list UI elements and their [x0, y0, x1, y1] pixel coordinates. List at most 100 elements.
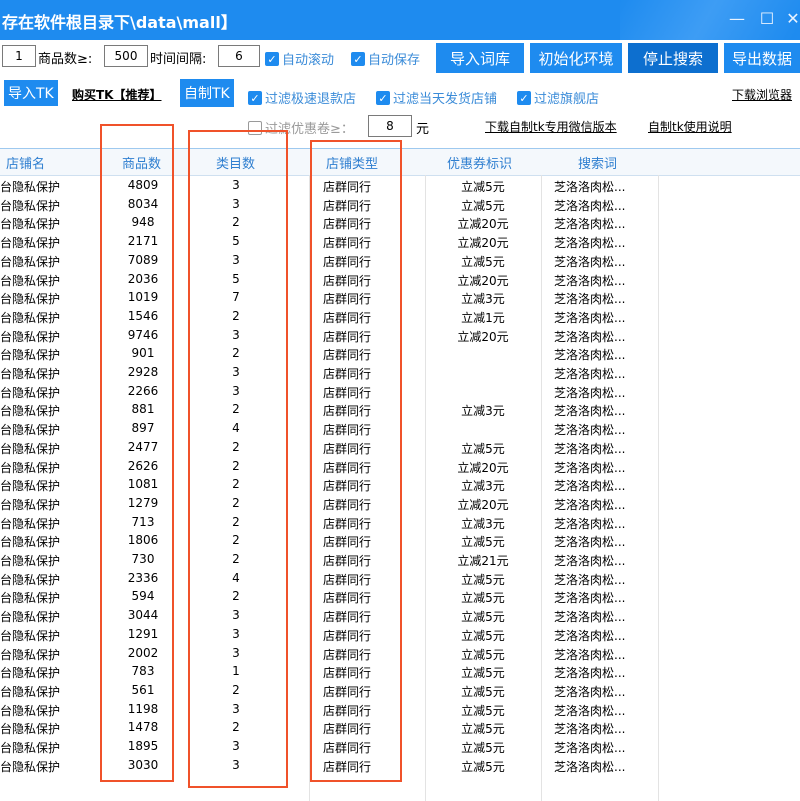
cell-shop-name: 台隐私保护 [0, 591, 61, 606]
cell-search-word: 芝洛洛肉松... [554, 722, 626, 737]
init-env-button[interactable]: 初始化环境 [530, 43, 622, 73]
cell-shop-name: 台隐私保护 [0, 572, 61, 587]
maximize-icon[interactable]: ☐ [757, 8, 777, 30]
cell-search-word: 芝洛洛肉松... [554, 741, 626, 755]
download-browser-link[interactable]: 下载浏览器 [732, 86, 792, 103]
cell-coupon: 立减5元 [461, 647, 505, 662]
import-words-button[interactable]: 导入词库 [436, 43, 524, 73]
cell-shop-name: 台隐私保护 [0, 703, 61, 718]
cell-coupon: 立减5元 [461, 441, 505, 456]
checkbox-checked-icon: ✓ [351, 51, 365, 66]
cell-coupon: 立减5元 [461, 684, 505, 699]
cell-search-word: 芝洛洛肉松... [554, 479, 626, 494]
cell-shop-name: 台隐私保护 [0, 497, 61, 512]
cell-search-word: 芝洛洛肉松... [554, 329, 626, 344]
download-wechat-link[interactable]: 下载自制tk专用微信版本 [485, 118, 617, 135]
cell-coupon: 立减20元 [457, 236, 509, 251]
cell-coupon: 立减5元 [461, 535, 505, 550]
instructions-link[interactable]: 自制tk使用说明 [648, 118, 732, 135]
column-header-shop-name[interactable]: 店铺名 [6, 153, 45, 172]
cell-shop-name: 台隐私保护 [0, 722, 61, 737]
cell-shop-name: 台隐私保护 [0, 516, 61, 531]
cell-coupon: 立减3元 [461, 292, 505, 307]
cell-shop-name: 台隐私保护 [0, 180, 61, 194]
cell-shop-name: 台隐私保护 [0, 741, 61, 755]
cell-shop-name: 台隐私保护 [0, 628, 61, 643]
filter-sameday-checkbox[interactable]: ✓ 过滤当天发货店铺 [376, 88, 497, 107]
filter-flagship-checkbox[interactable]: ✓ 过滤旗舰店 [517, 88, 599, 107]
cell-search-word: 芝洛洛肉松... [554, 254, 626, 269]
cell-shop-name: 台隐私保护 [0, 535, 61, 550]
checkbox-checked-icon: ✓ [265, 51, 279, 66]
auto-scroll-checkbox[interactable]: ✓ 自动滚动 [265, 49, 334, 68]
close-icon[interactable]: ✕ [783, 8, 800, 30]
window-title: 存在软件根目录下\data\mall】 [2, 13, 237, 32]
cell-coupon: 立减3元 [461, 479, 505, 494]
column-header-search-word[interactable]: 搜索词 [578, 153, 617, 172]
cell-shop-name: 台隐私保护 [0, 404, 61, 419]
auto-save-checkbox[interactable]: ✓ 自动保存 [351, 49, 420, 68]
cell-search-word: 芝洛洛肉松... [554, 404, 626, 419]
checkbox-checked-icon: ✓ [248, 90, 262, 105]
cell-search-word: 芝洛洛肉松... [554, 591, 626, 606]
stop-search-button[interactable]: 停止搜索 [628, 43, 718, 73]
checkbox-checked-icon: ✓ [376, 90, 390, 105]
cell-coupon: 立减1元 [461, 310, 505, 325]
export-data-button[interactable]: 导出数据 [724, 43, 800, 73]
cell-search-word: 芝洛洛肉松... [554, 684, 626, 699]
cell-search-word: 芝洛洛肉松... [554, 441, 626, 456]
filter-refund-checkbox[interactable]: ✓ 过滤极速退款店 [248, 88, 356, 107]
cell-shop-name: 台隐私保护 [0, 329, 61, 344]
cell-shop-name: 台隐私保护 [0, 479, 61, 494]
self-tk-button[interactable]: 自制TK [180, 79, 234, 107]
cell-shop-name: 台隐私保护 [0, 684, 61, 699]
first-number-input[interactable] [2, 45, 36, 67]
cell-coupon: 立减20元 [457, 217, 509, 232]
cell-search-word: 芝洛洛肉松... [554, 367, 626, 381]
cell-coupon: 立减5元 [461, 759, 505, 774]
cell-coupon: 立减21元 [457, 554, 509, 568]
column-header-coupon[interactable]: 优惠券标识 [447, 153, 512, 172]
cell-search-word: 芝洛洛肉松... [554, 217, 626, 232]
cell-shop-name: 台隐私保护 [0, 236, 61, 251]
cell-coupon: 立减3元 [461, 516, 505, 531]
cell-shop-name: 台隐私保护 [0, 460, 61, 475]
interval-input[interactable] [218, 45, 260, 67]
cell-coupon: 立减3元 [461, 404, 505, 419]
cell-search-word: 芝洛洛肉松... [554, 236, 626, 251]
cell-coupon: 立减20元 [457, 273, 509, 288]
cell-search-word: 芝洛洛肉松... [554, 460, 626, 475]
cell-shop-name: 台隐私保护 [0, 367, 61, 381]
filter-refund-label: 过滤极速退款店 [265, 92, 357, 107]
cell-search-word: 芝洛洛肉松... [554, 180, 626, 194]
cell-search-word: 芝洛洛肉松... [554, 273, 626, 288]
minimize-icon[interactable]: — [727, 8, 747, 30]
cell-search-word: 芝洛洛肉松... [554, 610, 626, 625]
cell-search-word: 芝洛洛肉松... [554, 554, 626, 568]
cell-shop-name: 台隐私保护 [0, 554, 61, 568]
cell-shop-name: 台隐私保护 [0, 254, 61, 269]
cell-shop-name: 台隐私保护 [0, 348, 61, 363]
cell-coupon: 立减5元 [461, 610, 505, 625]
goods-count-label: 商品数≥: [38, 52, 93, 67]
cell-search-word: 芝洛洛肉松... [554, 572, 626, 587]
title-bar: 存在软件根目录下\data\mall】 — ☐ ✕ [0, 0, 800, 40]
cell-shop-name: 台隐私保护 [0, 423, 61, 438]
cell-shop-name: 台隐私保护 [0, 198, 61, 213]
coupon-threshold-input[interactable] [368, 115, 412, 137]
cell-coupon: 立减5元 [461, 254, 505, 269]
cell-coupon: 立减5元 [461, 722, 505, 737]
import-tk-button[interactable]: 导入TK [4, 80, 58, 106]
coupon-unit-label: 元 [416, 122, 430, 137]
cell-shop-name: 台隐私保护 [0, 666, 61, 681]
cell-coupon: 立减5元 [461, 572, 505, 587]
filter-flagship-label: 过滤旗舰店 [534, 92, 600, 107]
buy-tk-link[interactable]: 购买TK【推荐】 [72, 86, 162, 103]
auto-save-label: 自动保存 [368, 53, 421, 68]
auto-scroll-label: 自动滚动 [282, 53, 335, 68]
goods-count-input[interactable] [104, 45, 148, 67]
cell-search-word: 芝洛洛肉松... [554, 647, 626, 662]
cell-coupon: 立减5元 [461, 198, 505, 213]
toolbar-row-1: 商品数≥: 时间间隔: ✓ 自动滚动 ✓ 自动保存 导入词库 初始化环境 停止搜… [0, 43, 800, 75]
highlight-box-shop-type [310, 140, 402, 782]
